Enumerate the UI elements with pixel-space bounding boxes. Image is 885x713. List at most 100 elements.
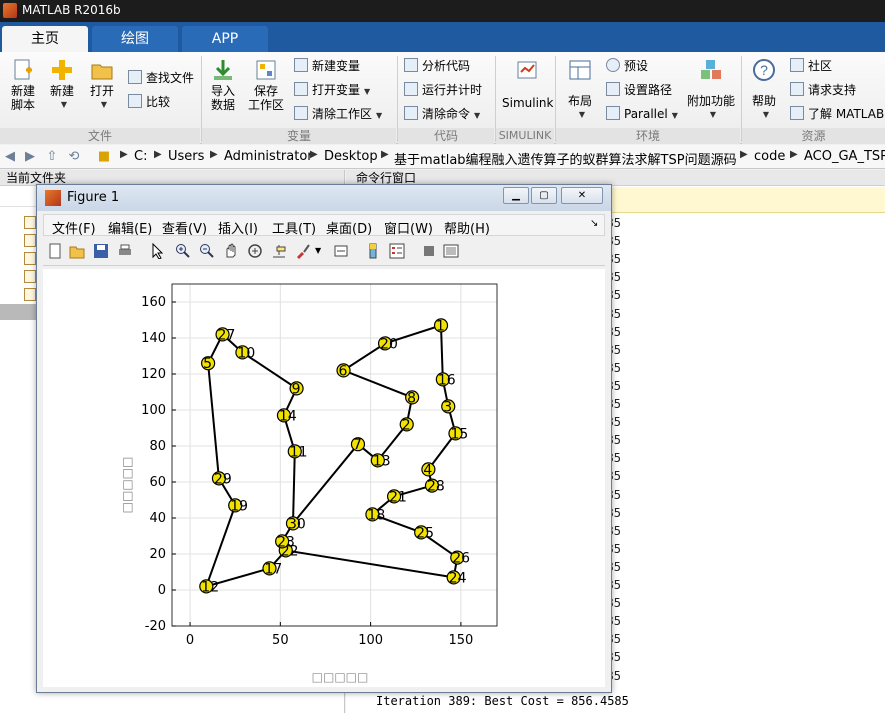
gear-icon xyxy=(606,58,620,72)
city-node-label: 18 xyxy=(367,507,385,523)
tab-apps[interactable]: APP xyxy=(182,26,268,52)
matlab-file-icon[interactable] xyxy=(24,288,36,301)
chevron-right-icon: ▶ xyxy=(120,149,128,160)
menu-window[interactable]: 窗口(W) xyxy=(384,218,433,237)
figure-matlab-icon xyxy=(45,190,61,206)
city-node-label: 13 xyxy=(373,453,391,469)
address-bar: ◀ ▶ ⇧ ⟲ ■ ▶ C: ▶ Users ▶ Administrator ▶… xyxy=(0,145,885,169)
city-node-label: 7 xyxy=(353,437,362,453)
tsp-route-line xyxy=(205,324,459,588)
menu-desktop[interactable]: 桌面(D) xyxy=(326,218,372,237)
breadcrumb-users[interactable]: Users xyxy=(168,149,204,164)
breadcrumb-project-folder[interactable]: 基于matlab编程融入遗传算子的蚁群算法求解TSP问题源码程序 xyxy=(394,149,736,168)
clear-workspace-button[interactable]: 清除工作区 ▼ xyxy=(294,104,382,124)
data-cursor-icon[interactable] xyxy=(271,243,287,259)
chevron-down-icon: ▼ xyxy=(474,111,481,120)
analyze-code-button[interactable]: 分析代码 xyxy=(404,56,470,76)
set-path-button[interactable]: 设置路径 xyxy=(606,80,672,100)
layout-button[interactable]: 布局 ▼ xyxy=(562,58,598,122)
city-node-label: 9 xyxy=(292,381,301,397)
matlab-file-icon[interactable] xyxy=(24,216,36,229)
breadcrumb-aco-ga-tsp[interactable]: ACO_GA_TSP_ xyxy=(804,149,885,164)
request-support-button[interactable]: 请求支持 xyxy=(790,80,856,100)
learn-matlab-button[interactable]: 了解 MATLAB xyxy=(790,104,884,124)
import-data-label: 导入 数据 xyxy=(210,84,235,112)
open-file-icon[interactable] xyxy=(69,243,85,259)
ribbon-toolbar: 新建 脚本 新建 ▼ 打开 ▼ 查找文件 比较 文件 导入 数据 保存 工作区 … xyxy=(0,52,885,144)
tab-plots[interactable]: 绘图 xyxy=(92,26,178,52)
legend-icon[interactable] xyxy=(389,243,405,259)
matlab-file-icon[interactable] xyxy=(24,252,36,265)
city-node-label: 12 xyxy=(201,579,219,595)
menu-edit[interactable]: 编辑(E) xyxy=(108,218,152,237)
figure-window: Figure 1 ▁ ▢ ✕ 文件(F) 编辑(E) 查看(V) 插入(I) 工… xyxy=(36,184,612,693)
menu-view[interactable]: 查看(V) xyxy=(162,218,207,237)
run-and-time-icon xyxy=(404,82,418,96)
find-files-button[interactable]: 查找文件 xyxy=(128,68,194,88)
menu-help[interactable]: 帮助(H) xyxy=(444,218,490,237)
menu-tools[interactable]: 工具(T) xyxy=(272,218,316,237)
tab-home[interactable]: 主页 xyxy=(2,26,88,52)
matlab-file-icon[interactable] xyxy=(24,234,36,247)
matlab-file-icon[interactable] xyxy=(24,270,36,283)
close-button[interactable]: ✕ xyxy=(561,187,603,204)
new-script-icon xyxy=(11,58,35,82)
colorbar-icon[interactable] xyxy=(365,243,381,259)
menu-file[interactable]: 文件(F) xyxy=(52,218,96,237)
new-figure-icon[interactable] xyxy=(47,243,63,259)
menu-insert[interactable]: 插入(I) xyxy=(218,218,258,237)
simulink-button[interactable]: Simulink xyxy=(502,58,553,110)
selected-file-row[interactable] xyxy=(0,304,40,320)
chevron-down-icon: ▼ xyxy=(100,100,108,109)
chevron-down-icon: ▼ xyxy=(762,110,770,119)
open-variable-button[interactable]: 打开变量 ▼ xyxy=(294,80,370,100)
clear-commands-button[interactable]: 清除命令 ▼ xyxy=(404,104,480,124)
zoom-out-icon[interactable] xyxy=(199,243,215,259)
clear-commands-icon xyxy=(404,106,418,120)
layout-icon xyxy=(568,58,592,82)
compare-button[interactable]: 比较 xyxy=(128,92,170,112)
minimize-button[interactable]: ▁ xyxy=(503,187,529,204)
print-icon[interactable] xyxy=(117,243,133,259)
group-label-variable: 变量 xyxy=(202,128,396,144)
set-path-label: 设置路径 xyxy=(624,83,673,97)
menu-dock-arrow-icon[interactable]: ↘ xyxy=(590,218,598,229)
import-data-button[interactable]: 导入 数据 xyxy=(206,58,240,112)
pan-hand-icon[interactable] xyxy=(223,243,239,259)
parallel-button[interactable]: Parallel ▼ xyxy=(606,104,678,124)
figure-title-bar: Figure 1 ▁ ▢ ✕ xyxy=(37,185,611,211)
breadcrumb-desktop[interactable]: Desktop xyxy=(324,149,378,164)
chevron-down-icon: ▼ xyxy=(578,110,586,119)
back-arrow-icon[interactable]: ◀ xyxy=(2,149,18,165)
new-button[interactable]: 新建 ▼ xyxy=(46,58,78,112)
preferences-button[interactable]: 预设 xyxy=(606,56,648,76)
link-plot-icon[interactable] xyxy=(333,243,349,259)
show-plot-tools-icon[interactable] xyxy=(443,243,459,259)
new-variable-button[interactable]: 新建变量 xyxy=(294,56,360,76)
help-button[interactable]: ? 帮助 ▼ xyxy=(748,58,780,122)
breadcrumb-code[interactable]: code xyxy=(754,149,785,164)
rotate-3d-icon[interactable] xyxy=(247,243,263,259)
community-label: 社区 xyxy=(808,59,833,73)
addons-button[interactable]: 附加功能 ▼ xyxy=(686,58,736,122)
help-icon: ? xyxy=(752,58,776,82)
hide-plot-tools-icon[interactable] xyxy=(421,243,437,259)
up-folder-icon[interactable]: ⇧ xyxy=(44,149,60,165)
forward-arrow-icon[interactable]: ▶ xyxy=(22,149,38,165)
addons-label: 附加功能 xyxy=(686,94,735,108)
maximize-button[interactable]: ▢ xyxy=(531,187,557,204)
zoom-in-icon[interactable] xyxy=(175,243,191,259)
open-button[interactable]: 打开 ▼ xyxy=(86,58,118,112)
save-icon[interactable] xyxy=(93,243,109,259)
community-button[interactable]: 社区 xyxy=(790,56,832,76)
new-script-button[interactable]: 新建 脚本 xyxy=(6,58,40,112)
run-and-time-button[interactable]: 运行并计时 xyxy=(404,80,482,100)
save-workspace-button[interactable]: 保存 工作区 xyxy=(246,58,286,112)
city-node-label: 21 xyxy=(389,489,407,505)
browse-folder-icon[interactable]: ⟲ xyxy=(66,149,82,165)
breadcrumb-drive[interactable]: C: xyxy=(134,149,147,164)
breadcrumb-administrator[interactable]: Administrator xyxy=(224,149,313,164)
pointer-icon[interactable] xyxy=(149,243,165,259)
brush-icon[interactable] xyxy=(295,243,311,259)
brush-dropdown-chevron-icon[interactable]: ▼ xyxy=(315,246,321,255)
